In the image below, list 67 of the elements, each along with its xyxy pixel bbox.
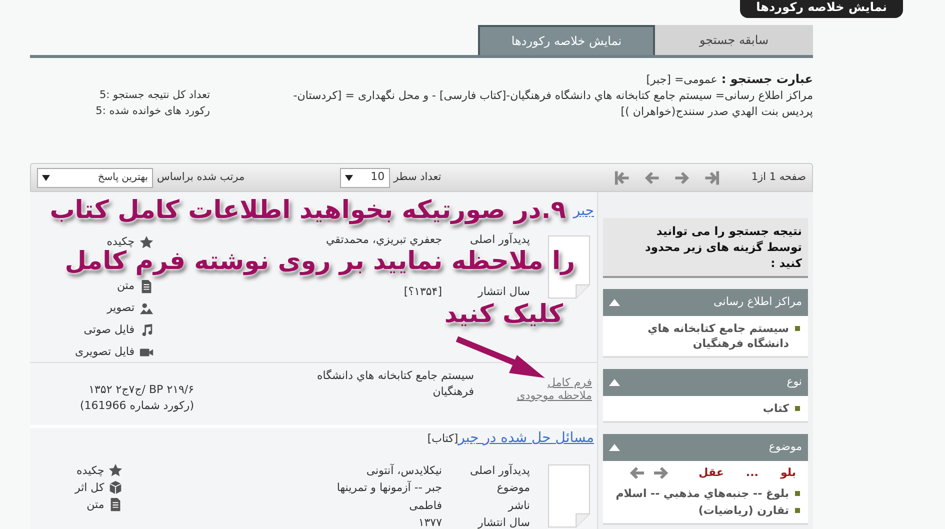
field-label: سال انتشار <box>476 285 530 300</box>
bullet-icon <box>795 490 800 496</box>
field-value: فاطمی <box>409 498 442 513</box>
field-value: ۱۳۷۷ <box>418 516 442 529</box>
result-count-text: تعداد کل نتیجه جستجو :5 <box>98 88 210 103</box>
field-value: جبر -- آزمونها و تمرینها <box>336 481 442 496</box>
rows-label: تعداد سطر <box>394 170 442 185</box>
resource-link[interactable]: متن <box>86 498 104 512</box>
field-label: سال انتشار <box>476 516 530 529</box>
facet-header[interactable]: مراکز اطلاع رسانی <box>603 289 808 316</box>
field-label: پدیدآور اصلی <box>468 464 530 478</box>
sort-select[interactable]: بهترین پاسخ <box>37 168 153 188</box>
field-label: موضوع <box>496 481 530 496</box>
instruction-overlay-text: را ملاحظه نمایید بر روی نوشته فرم کامل <box>64 247 575 275</box>
call-number: BP ۲۱۹/۶ /ج۷ج۲ ۱۳۵۲ <box>88 382 194 398</box>
facet-header[interactable]: موضوع <box>603 434 808 461</box>
page-thumbnail-icon <box>546 235 592 299</box>
tab[interactable]: سابقه جستجو <box>655 25 813 55</box>
last-page-icon[interactable] <box>703 168 722 186</box>
facet-header[interactable]: نوع <box>603 369 808 396</box>
page-label: صفحه 1 از1 <box>751 170 806 185</box>
record-title-link[interactable]: جبر <box>573 202 594 220</box>
first-page-icon[interactable] <box>613 168 632 186</box>
record-link[interactable]: ملاحظه موجودی <box>516 389 592 402</box>
field-value: جعفري تبريزي، محمدتقي <box>326 232 442 247</box>
record-link[interactable]: فرم کامل <box>548 376 592 389</box>
record-title-link[interactable]: مسائل حل شده در جبر <box>458 429 594 447</box>
bullet-icon <box>795 508 800 512</box>
instruction-overlay-text: کلیک کنید <box>444 300 563 328</box>
dropdown-caret-icon <box>42 174 50 180</box>
filter-intro-text: نتیجه جستجو را می توانید توسط گزینه های زیر محدود کنید : <box>603 218 808 278</box>
rows-select[interactable]: 10 <box>340 168 390 188</box>
record-number: (رکورد شماره 161966) <box>80 398 194 414</box>
facet-option-link[interactable]: تقارن (رياضيات) <box>698 502 789 518</box>
instruction-overlay-text: ۹.در صورتیکه بخواهید اطلاعات کامل کتاب <box>50 196 566 224</box>
ellipsis-text: ... <box>746 465 758 481</box>
resource-link[interactable]: فایل تصویری <box>75 345 135 359</box>
sort-label: مرتب شده براساس <box>157 170 245 185</box>
bullet-icon <box>795 326 800 331</box>
resource-link[interactable]: تصویر <box>107 301 135 315</box>
cube-icon <box>108 480 124 495</box>
dropdown-caret-icon <box>344 174 353 180</box>
search-filters: مراکز اطلاع رسانی= سیستم جامع کتابخانه هاي دانشگاه فرهنگيان-[کتاب فارسی] - و محل نگهداری = [کردستان-پردیس بنت الهدي صدر سنندج(خواهران )] <box>292 88 813 120</box>
library-name: سیستم جامع کتابخانه هاي دانشگاه فرهنگيان <box>316 368 474 400</box>
field-value: نیکلایدس، آنتونی <box>366 464 442 478</box>
subject-range-link[interactable]: بلو <box>780 465 796 482</box>
right-arrow-icon <box>652 466 669 480</box>
left-arrow-icon <box>628 466 645 480</box>
resource-link[interactable]: چکیده <box>106 235 135 249</box>
bullet-icon <box>795 406 800 411</box>
resource-link[interactable]: فایل صوتی <box>84 323 135 337</box>
star-icon <box>108 463 124 478</box>
resource-link[interactable]: کل اثر <box>75 480 104 494</box>
search-query: عمومی= [جبر] <box>646 72 718 88</box>
search-expression-label: عبارت جستجو : <box>721 71 813 87</box>
image-icon <box>138 300 154 316</box>
resource-link[interactable]: چکیده <box>76 464 104 478</box>
facet-option-link[interactable]: کتاب <box>762 401 789 416</box>
field-label: پدیدآور اصلی <box>468 232 530 247</box>
record-type-text: [کتاب] <box>427 431 458 445</box>
facet-option-link[interactable]: بلوغ -- جنبه‌هاي مذهبي -- اسلام <box>616 486 789 500</box>
result-count-text: رکورد های خوانده شده :5 <box>94 104 210 119</box>
star-icon <box>138 234 154 250</box>
subject-range-link[interactable]: عقل <box>698 465 724 482</box>
field-label: ناشر <box>506 498 530 513</box>
resource-link[interactable]: متن <box>116 279 135 293</box>
field-value: [۱۳۵۴؟] <box>404 285 442 300</box>
